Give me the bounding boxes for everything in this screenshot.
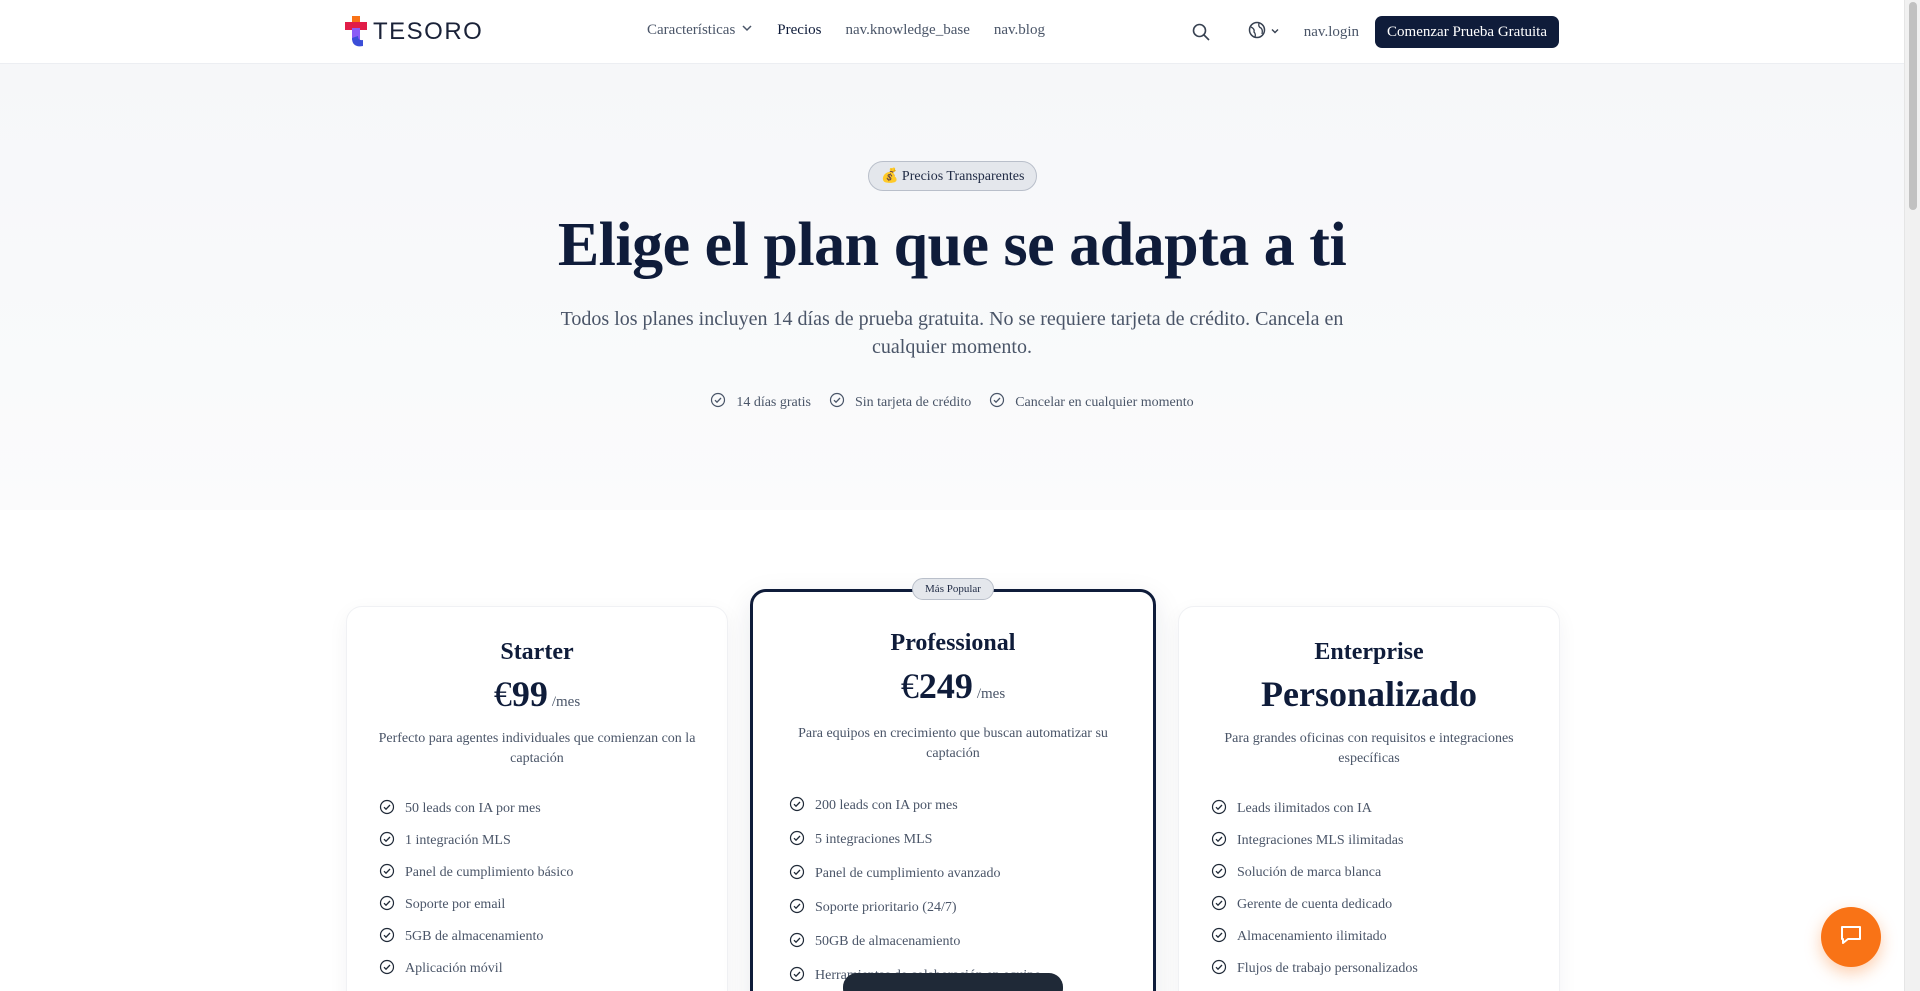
- page-scrollbar[interactable]: [1904, 0, 1920, 991]
- check-circle-icon: [1211, 863, 1227, 884]
- nav-item-pricing[interactable]: Precios: [777, 22, 821, 39]
- price-period: /mes: [976, 686, 1006, 702]
- feature-item: 1 integración MLS: [379, 825, 707, 857]
- feature-item: Integraciones MLS ilimitadas: [1211, 825, 1539, 857]
- price-amount: €249: [900, 666, 973, 706]
- most-popular-badge: Más Popular: [912, 578, 994, 600]
- plan-price: €249 /mes: [753, 665, 1153, 707]
- plan-card-professional: Professional €249 /mes Para equipos en c…: [750, 589, 1156, 991]
- login-link[interactable]: nav.login: [1304, 24, 1359, 41]
- start-free-trial-button[interactable]: Comenzar Prueba Gratuita: [1375, 16, 1559, 48]
- feature-item: Panel de cumplimiento básico: [379, 857, 707, 889]
- transparent-pricing-badge: 💰 Precios Transparentes: [868, 161, 1038, 191]
- hero-benefits: 14 días gratis Sin tarjeta de crédito Ca…: [0, 392, 1904, 413]
- feature-item: Leads ilimitados con IA: [1211, 793, 1539, 825]
- benefit-item: Sin tarjeta de crédito: [829, 392, 971, 413]
- price-amount: €99: [493, 674, 548, 714]
- check-circle-icon: [829, 392, 845, 413]
- check-circle-icon: [789, 796, 805, 817]
- plan-name: Enterprise: [1314, 639, 1424, 665]
- pricing-hero: [0, 64, 1904, 510]
- check-circle-icon: [379, 799, 395, 820]
- nav-item-blog[interactable]: nav.blog: [994, 22, 1045, 39]
- nav-item-knowledge-base[interactable]: nav.knowledge_base: [845, 22, 969, 39]
- check-circle-icon: [789, 830, 805, 851]
- plan-name: Starter: [500, 639, 574, 665]
- feature-item: 200 leads con IA por mes: [789, 789, 1133, 823]
- chat-icon: [1838, 922, 1864, 953]
- globe-icon: [1248, 21, 1266, 44]
- check-circle-icon: [789, 864, 805, 885]
- nav-item-features[interactable]: Características: [647, 22, 753, 39]
- check-circle-icon: [379, 831, 395, 852]
- feature-item: Flujos de trabajo personalizados: [1211, 953, 1539, 985]
- price-period: /mes: [551, 694, 581, 710]
- check-circle-icon: [1211, 799, 1227, 820]
- feature-item: 50GB de almacenamiento: [789, 925, 1133, 959]
- brand-logo[interactable]: TESORO: [345, 16, 483, 48]
- benefit-item: Cancelar en cualquier momento: [989, 392, 1194, 413]
- plan-features: Leads ilimitados con IA Integraciones ML…: [1211, 793, 1539, 985]
- page-title: Elige el plan que se adapta a ti: [557, 211, 1347, 279]
- check-circle-icon: [1211, 895, 1227, 916]
- brand-name: TESORO: [373, 18, 484, 45]
- check-circle-icon: [789, 966, 805, 987]
- nav-item-label: Características: [647, 22, 736, 38]
- top-navbar: TESORO Características Precios nav.knowl…: [0, 0, 1904, 64]
- scrollbar-thumb[interactable]: [1909, 2, 1917, 210]
- benefit-item: 14 días gratis: [710, 392, 811, 413]
- check-circle-icon: [789, 898, 805, 919]
- feature-item: 5GB de almacenamiento: [379, 921, 707, 953]
- feature-item: 5 integraciones MLS: [789, 823, 1133, 857]
- page-subtitle: Todos los planes incluyen 14 días de pru…: [560, 308, 1344, 358]
- feature-item: Gerente de cuenta dedicado: [1211, 889, 1539, 921]
- plan-card-starter: Starter €99 /mes Perfecto para agentes i…: [346, 606, 728, 991]
- plan-description: Para equipos en crecimiento que buscan a…: [798, 726, 1108, 761]
- feature-item: 50 leads con IA por mes: [379, 793, 707, 825]
- feature-item: Panel de cumplimiento avanzado: [789, 857, 1133, 891]
- plan-price: Personalizado: [1179, 673, 1559, 715]
- plan-features: 200 leads con IA por mes 5 integraciones…: [789, 789, 1133, 991]
- feature-item: Soporte prioritario (24/7): [789, 891, 1133, 925]
- check-circle-icon: [710, 392, 726, 413]
- benefit-label: 14 días gratis: [736, 394, 811, 410]
- chat-button[interactable]: [1821, 907, 1881, 967]
- plan-price: €99 /mes: [347, 673, 727, 715]
- floating-toolbar[interactable]: [843, 973, 1063, 991]
- feature-item: Almacenamiento ilimitado: [1211, 921, 1539, 953]
- check-circle-icon: [379, 895, 395, 916]
- feature-item: Soporte por email: [379, 889, 707, 921]
- price-amount: Personalizado: [1261, 674, 1477, 714]
- plan-name: Professional: [890, 630, 1016, 656]
- plan-card-enterprise: Enterprise Personalizado Para grandes of…: [1178, 606, 1560, 991]
- tesoro-logo-mark: [345, 16, 367, 48]
- check-circle-icon: [379, 927, 395, 948]
- check-circle-icon: [1211, 831, 1227, 852]
- chevron-down-icon: [741, 22, 753, 39]
- check-circle-icon: [379, 863, 395, 884]
- check-circle-icon: [379, 959, 395, 980]
- check-circle-icon: [989, 392, 1005, 413]
- language-selector[interactable]: [1248, 21, 1280, 44]
- check-circle-icon: [1211, 959, 1227, 980]
- plan-description: Perfecto para agentes individuales que c…: [378, 731, 696, 766]
- plan-features: 50 leads con IA por mes 1 integración ML…: [379, 793, 707, 985]
- benefit-label: Sin tarjeta de crédito: [854, 394, 972, 410]
- feature-item: Solución de marca blanca: [1211, 857, 1539, 889]
- chevron-down-icon: [1270, 23, 1280, 41]
- feature-item: Aplicación móvil: [379, 953, 707, 985]
- main-nav: Características Precios nav.knowledge_ba…: [647, 22, 1069, 39]
- check-circle-icon: [789, 932, 805, 953]
- check-circle-icon: [1211, 927, 1227, 948]
- plan-description: Para grandes oficinas con requisitos e i…: [1224, 731, 1514, 766]
- benefit-label: Cancelar en cualquier momento: [1015, 394, 1194, 410]
- search-icon[interactable]: [1192, 23, 1210, 41]
- nav-actions: nav.login Comenzar Prueba Gratuita: [1192, 16, 1559, 48]
